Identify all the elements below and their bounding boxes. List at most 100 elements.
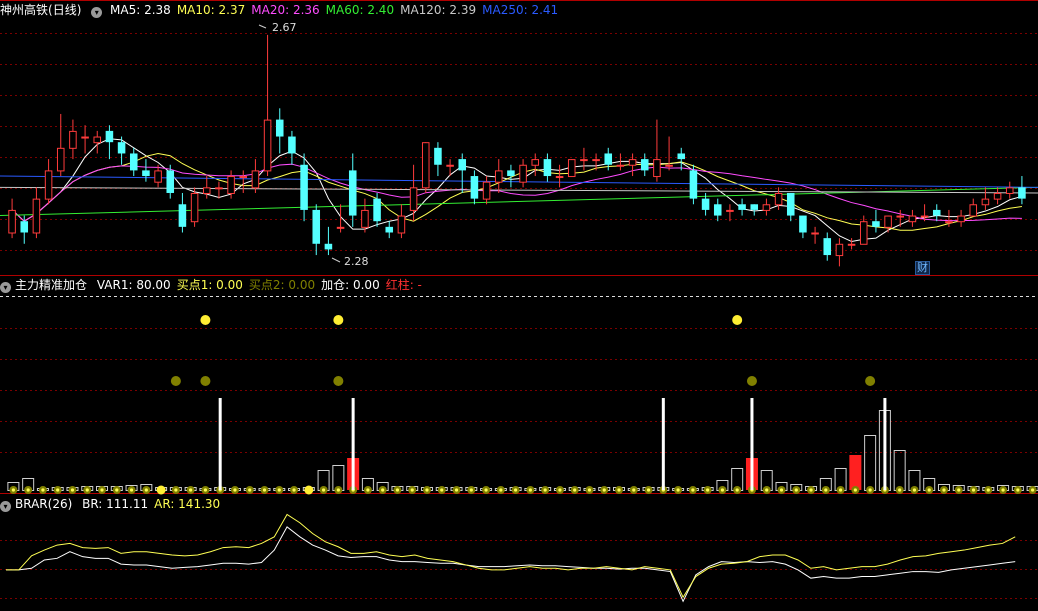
ma-legend-item-0: MA5: 2.38 — [110, 3, 171, 17]
base-dot-core — [676, 488, 680, 492]
indicator2-menu-icon[interactable]: ▾ — [0, 282, 11, 293]
base-dot-core — [824, 488, 828, 492]
candle-body — [190, 192, 199, 223]
base-dot-core — [1016, 488, 1020, 492]
base-dot-core — [41, 488, 45, 492]
base-dot-core — [1031, 488, 1035, 492]
base-dot-core — [691, 488, 695, 492]
br-line — [6, 526, 1016, 603]
white-spike — [883, 398, 887, 490]
candle-body — [324, 243, 333, 250]
base-dot-core — [321, 488, 326, 492]
candle-body — [908, 215, 917, 223]
base-dot-core — [794, 488, 798, 492]
candle-body — [446, 164, 454, 167]
base-dot-core — [971, 488, 976, 492]
base-dot-core — [292, 488, 296, 492]
candle-body — [799, 215, 807, 233]
candle-body — [957, 215, 965, 223]
candle-body — [421, 142, 430, 189]
candle-body — [154, 170, 162, 183]
stock-period: (日线) — [48, 3, 82, 17]
candle-body — [373, 198, 381, 222]
base-dot-core — [514, 488, 518, 492]
buy2-dot — [200, 376, 211, 386]
volume-bar — [893, 450, 906, 491]
base-dot-core — [617, 488, 621, 492]
stock-chart[interactable]: 2.67 2.28 — [0, 0, 1038, 611]
indicator2-legend: VAR1: 80.00 买点1: 0.00 买点2: 0.00 加仓: 0.00 红柱:… — [97, 278, 428, 292]
candle-body — [665, 164, 673, 167]
settings-icon[interactable]: ▾ — [91, 7, 103, 18]
base-dot-core — [26, 488, 30, 492]
candle-body — [348, 170, 357, 216]
base-dot-core — [189, 488, 193, 492]
candle-body — [288, 136, 296, 154]
indicator2-plot — [7, 315, 1038, 495]
base-dot-core — [469, 488, 473, 492]
candle-body — [640, 159, 649, 171]
base-dot-core — [56, 488, 60, 492]
base-dot-core — [115, 488, 119, 492]
base-dot-core — [440, 488, 444, 492]
base-dot-core — [632, 488, 636, 492]
base-dot-core — [942, 488, 946, 492]
candle-body — [859, 221, 868, 245]
base-dot-core — [174, 488, 178, 492]
base-dot-core — [233, 488, 237, 492]
base-dot-core — [735, 488, 739, 492]
base-dot-core — [203, 488, 208, 492]
candle-body — [969, 204, 978, 217]
base-dot-core — [381, 488, 385, 492]
candle-body — [275, 119, 284, 137]
indicator3-menu-icon[interactable]: ▾ — [0, 501, 11, 512]
ma-legend-item-3: MA60: 2.40 — [325, 3, 395, 17]
base-dot-core — [11, 488, 15, 492]
base-dot-core — [410, 488, 414, 492]
candle-body — [932, 209, 941, 216]
candle-body — [251, 170, 260, 189]
base-dot-core — [144, 488, 148, 492]
base-dot-core — [912, 488, 917, 492]
base-dot-core — [646, 488, 651, 492]
candle-body — [494, 170, 503, 183]
candle-body — [336, 226, 345, 229]
indicator2-legend-item-3: 加仓: 0.00 — [321, 278, 380, 292]
moving-average-lines — [0, 138, 1038, 243]
candle-body — [69, 130, 77, 149]
base-dot-core — [395, 488, 400, 492]
brar-plot — [6, 513, 1016, 603]
base-dot-core — [587, 488, 592, 492]
highlight-dot — [304, 485, 314, 495]
base-dot-core — [927, 488, 931, 492]
base-dot-core — [499, 488, 503, 492]
base-dot-core — [129, 488, 134, 492]
finance-badge[interactable]: 财 — [915, 261, 930, 275]
stock-name: 神州高铁 — [0, 3, 49, 17]
buy2-dot — [333, 376, 344, 386]
indicator2-legend-item-1: 买点1: 0.00 — [176, 278, 243, 292]
base-dot-core — [868, 488, 872, 492]
candle-body — [726, 209, 734, 212]
candle-body — [592, 159, 600, 162]
candle-body — [117, 142, 126, 154]
base-dot-core — [706, 488, 710, 492]
candle-body — [1005, 187, 1014, 194]
candle-body — [555, 176, 564, 179]
ma-legend: MA5: 2.38 MA10: 2.37 MA20: 2.36 MA60: 2.40 M… — [110, 3, 564, 17]
high-price-label: 2.67 — [272, 21, 297, 34]
candle-body — [178, 204, 187, 227]
base-dot-core — [809, 488, 813, 492]
candle-body — [884, 215, 892, 228]
candle-body — [215, 187, 223, 190]
base-dot-core — [454, 488, 459, 492]
base-dot-core — [85, 488, 89, 492]
candle-body — [227, 176, 235, 194]
candle-body — [44, 170, 53, 200]
candle-body — [93, 136, 102, 144]
base-dot-core — [425, 488, 429, 492]
candle-body — [105, 130, 114, 143]
buy2-dot — [170, 376, 181, 386]
candle-body — [896, 215, 905, 218]
base-dot-core — [779, 488, 784, 492]
